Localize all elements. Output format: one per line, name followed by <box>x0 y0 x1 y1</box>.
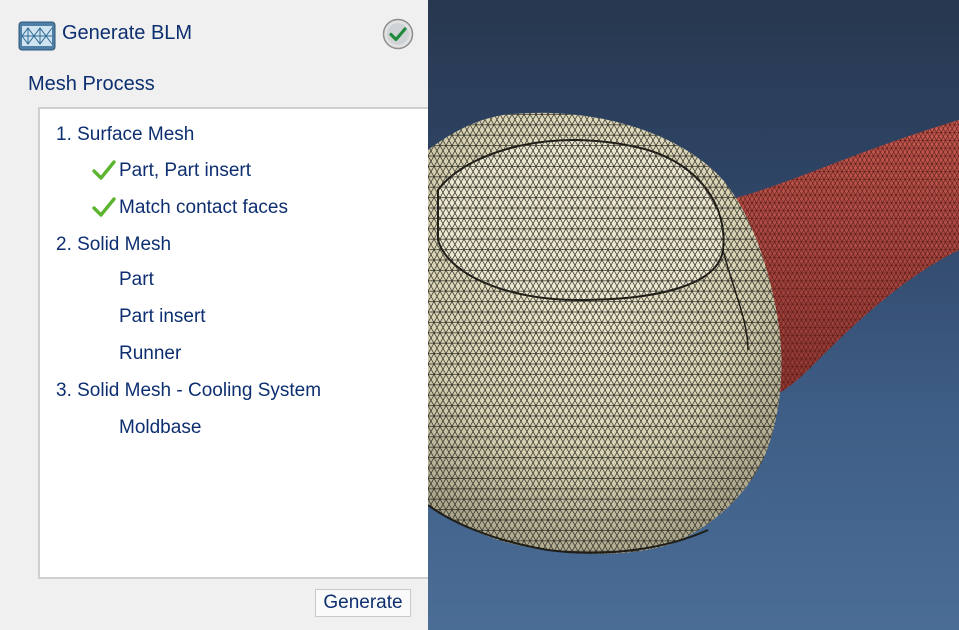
step-surface-mesh[interactable]: 1. Surface Mesh <box>56 124 194 146</box>
part-mesh <box>428 112 782 555</box>
section-title: Mesh Process <box>28 73 155 95</box>
step-item-part[interactable]: Part <box>119 269 154 291</box>
checkmark-icon <box>92 160 116 180</box>
generate-button[interactable]: Generate <box>315 589 411 617</box>
3d-mesh-viewport[interactable] <box>428 0 959 630</box>
panel-title: Generate BLM <box>62 22 193 44</box>
step-item-match-contact-faces[interactable]: Match contact faces <box>119 197 288 219</box>
step-solid-mesh[interactable]: 2. Solid Mesh <box>56 234 171 256</box>
panel-header: Generate BLM <box>18 18 414 52</box>
checkmark-icon <box>92 197 116 217</box>
step-item-part-insert[interactable]: Part insert <box>119 306 206 328</box>
mesh-icon <box>18 21 56 51</box>
mesh-model <box>428 112 959 555</box>
check-circle-icon[interactable] <box>382 18 414 50</box>
step-item-runner[interactable]: Runner <box>119 343 181 365</box>
step-item-part-part-insert[interactable]: Part, Part insert <box>119 160 251 182</box>
step-solid-mesh-cooling-system[interactable]: 3. Solid Mesh - Cooling System <box>56 380 321 402</box>
mesh-steps-list: 1. Surface Mesh Part, Part insert Match … <box>38 107 428 579</box>
mesh-process-panel: Generate BLM Mesh Process 1. Surface Mes… <box>0 0 428 630</box>
step-item-moldbase[interactable]: Moldbase <box>119 417 201 439</box>
